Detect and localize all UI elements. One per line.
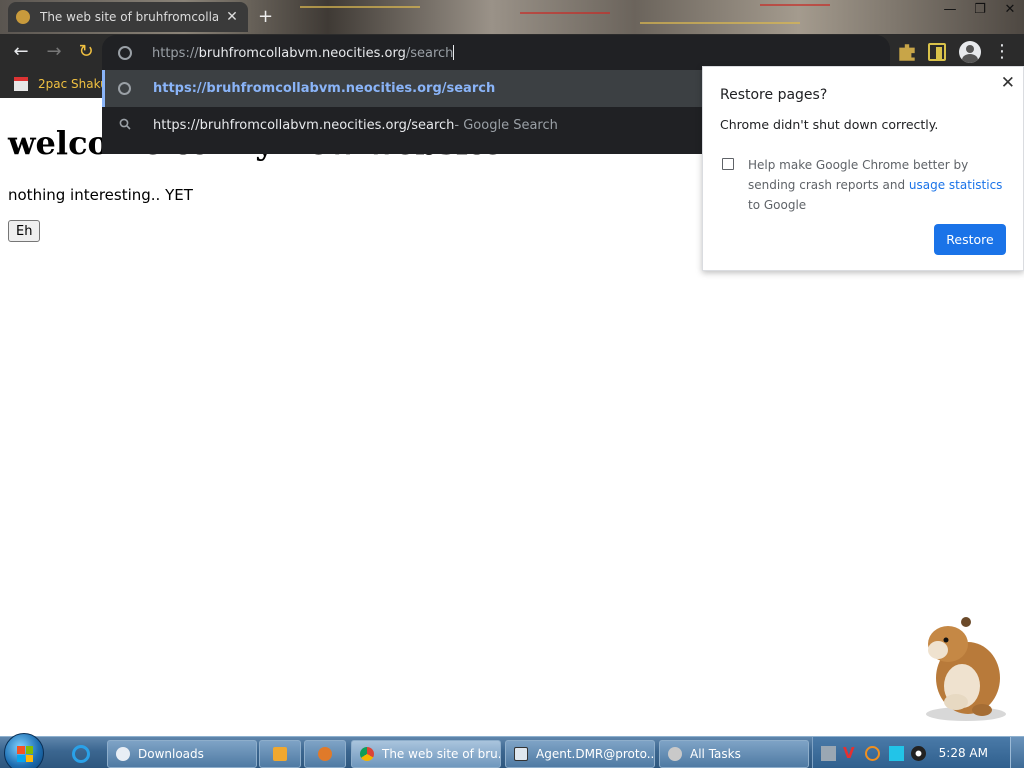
squirrel-icon (318, 747, 332, 761)
help-suffix: to Google (748, 198, 807, 212)
wallpaper-streak (300, 6, 420, 8)
globe-icon (118, 82, 131, 95)
hamster-desktop-pet-icon[interactable] (916, 614, 1010, 722)
dialog-title: Restore pages? (720, 87, 828, 103)
search-icon (118, 118, 132, 134)
url-scheme: https:// (152, 46, 199, 61)
browser-tab[interactable]: The web site of bruhfromcollabvm ✕ (8, 2, 248, 32)
clock[interactable]: 5:28 AM (939, 746, 988, 760)
taskbar-label: The web site of bru... (382, 747, 501, 761)
taskbar-squirrel[interactable] (304, 740, 346, 768)
eh-button[interactable]: Eh (8, 220, 41, 242)
side-panel-icon[interactable] (928, 43, 946, 61)
app-window-icon (514, 747, 528, 761)
tasks-icon (668, 747, 682, 761)
suggestion-text: https://bruhfromcollabvm.neocities.org/s… (153, 118, 455, 133)
tab-title: The web site of bruhfromcollabvm (40, 10, 218, 24)
window-controls: — ❐ ✕ (942, 2, 1018, 17)
restore-button[interactable]: Restore (934, 224, 1006, 255)
browser-titlebar: The web site of bruhfromcollabvm ✕ + — ❐… (0, 0, 1024, 34)
restore-window-button[interactable]: ❐ (972, 2, 988, 17)
windows-logo-icon (17, 746, 33, 762)
chrome-menu-icon[interactable]: ⋮ (991, 41, 1013, 63)
close-window-button[interactable]: ✕ (1002, 2, 1018, 17)
internet-explorer-icon[interactable] (72, 745, 90, 763)
site-info-globe-icon[interactable] (118, 46, 132, 60)
suggestion-text: https://bruhfromcollabvm.neocities.org/s… (153, 81, 496, 96)
browser-toolbar: ← → ↻ https://bruhfromcollabvm.neocities… (0, 34, 1024, 71)
chrome-icon (360, 747, 374, 761)
minimize-button[interactable]: — (942, 2, 958, 17)
close-icon[interactable]: ✕ (1001, 73, 1015, 93)
address-text[interactable]: https://bruhfromcollabvm.neocities.org/s… (152, 45, 455, 61)
dialog-message: Chrome didn't shut down correctly. (720, 117, 939, 132)
search-tool-icon[interactable] (865, 746, 880, 761)
crash-report-checkbox[interactable] (722, 158, 734, 170)
taskbar-chrome[interactable]: The web site of bru... (351, 740, 501, 768)
wallpaper-streak (520, 12, 610, 14)
suggestion-hint: - Google Search (454, 118, 558, 133)
taskbar-downloads[interactable]: Downloads (107, 740, 257, 768)
suggestion-url[interactable]: https://bruhfromcollabvm.neocities.org/s… (102, 70, 702, 107)
taskbar-label: Downloads (138, 747, 204, 761)
wallpaper-streak (640, 22, 800, 24)
text-caret (453, 45, 455, 60)
wallpaper-streak (760, 4, 830, 6)
screen: The web site of bruhfromcollabvm ✕ + — ❐… (0, 0, 1024, 768)
forward-button[interactable]: → (43, 42, 65, 64)
start-button[interactable] (4, 733, 44, 768)
taskbar-label: Agent.DMR@proto... (536, 747, 655, 761)
omnibox-suggestions: https://bruhfromcollabvm.neocities.org/s… (102, 70, 702, 154)
antivirus-icon[interactable]: V (843, 746, 858, 761)
taskbar-media-player[interactable] (259, 740, 301, 768)
windows-taskbar: Downloads The web site of bru... Agent.D… (0, 733, 1024, 768)
taskbar-agent[interactable]: Agent.DMR@proto... (505, 740, 655, 768)
show-desktop-button[interactable] (1010, 737, 1024, 768)
reload-button[interactable]: ↻ (75, 42, 97, 64)
usage-statistics-link[interactable]: usage statistics (909, 178, 1003, 192)
url-path: /search (405, 46, 454, 61)
extensions-puzzle-icon[interactable] (899, 44, 915, 61)
back-button[interactable]: ← (10, 42, 32, 64)
restore-pages-dialog: ✕ Restore pages? Chrome didn't shut down… (702, 66, 1024, 271)
new-tab-button[interactable]: + (258, 6, 273, 27)
profile-avatar-icon[interactable] (959, 41, 981, 63)
network-icon[interactable] (821, 746, 836, 761)
system-tray: V 5:28 AM (812, 737, 1024, 768)
crash-report-label: Help make Google Chrome better by sendin… (748, 155, 1010, 215)
media-player-icon (273, 747, 287, 761)
page-paragraph: nothing interesting.. YET (8, 186, 193, 204)
tab-close-icon[interactable]: ✕ (224, 9, 240, 25)
bookmark-favicon-icon (14, 77, 28, 91)
site-favicon-icon (16, 10, 30, 24)
url-host: bruhfromcollabvm.neocities.org (198, 46, 406, 61)
folder-icon (116, 747, 130, 761)
display-icon[interactable] (889, 746, 904, 761)
volume-icon[interactable] (911, 746, 926, 761)
suggestion-search[interactable]: https://bruhfromcollabvm.neocities.org/s… (102, 107, 702, 144)
taskbar-all-tasks[interactable]: All Tasks (659, 740, 809, 768)
taskbar-label: All Tasks (690, 747, 741, 761)
